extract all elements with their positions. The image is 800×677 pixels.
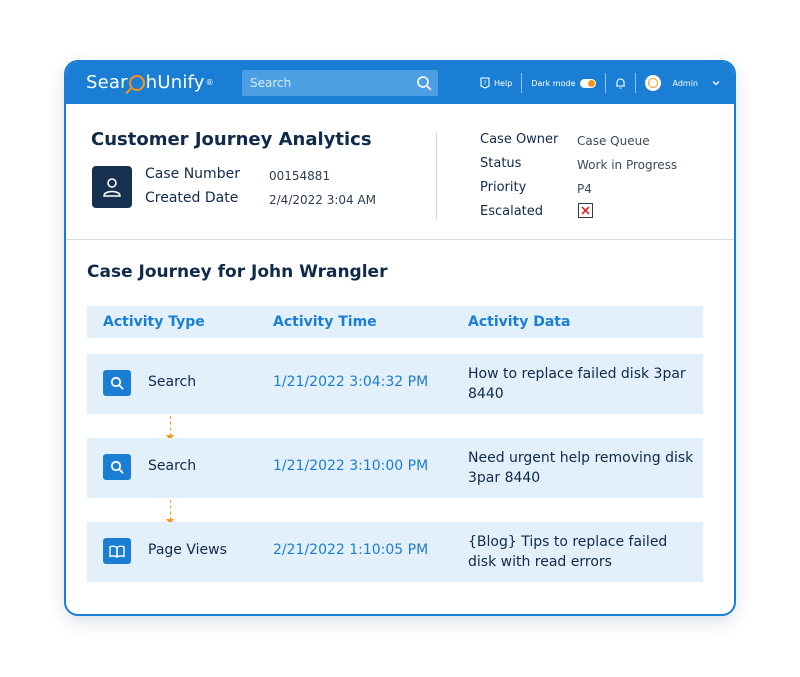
- activity-type-badge: [103, 538, 131, 564]
- search-icon: [110, 376, 124, 390]
- app-window: Sear hUnify ® ? Help Dark mode: [64, 60, 736, 616]
- activity-time: 1/21/2022 3:10:00 PM: [273, 458, 429, 474]
- table-row[interactable]: Search 1/21/2022 3:04:32 PM How to repla…: [87, 354, 703, 414]
- created-date-label: Created Date: [145, 190, 239, 206]
- logo[interactable]: Sear hUnify ®: [86, 72, 214, 93]
- logo-text-end: hUnify: [145, 72, 205, 93]
- svg-text:?: ?: [483, 80, 486, 87]
- table-row[interactable]: Page Views 2/21/2022 1:10:05 PM {Blog} T…: [87, 522, 703, 582]
- activity-type: Search: [148, 458, 197, 474]
- case-owner-label: Case Owner: [480, 132, 559, 147]
- activity-type-badge: [103, 370, 131, 396]
- priority-value: P4: [577, 182, 592, 196]
- case-number-value: 00154881: [269, 169, 331, 183]
- journey-connector: [166, 500, 174, 524]
- column-header-activity-type: Activity Type: [103, 314, 205, 330]
- search-icon[interactable]: [416, 75, 432, 91]
- activity-data: How to replace failed disk 3par 8440: [468, 366, 686, 402]
- help-label: Help: [494, 78, 513, 88]
- search-input[interactable]: [250, 76, 410, 90]
- page-title: Customer Journey Analytics: [91, 129, 372, 150]
- header-divider: [436, 132, 437, 220]
- column-header-activity-time: Activity Time: [273, 314, 377, 330]
- nav-divider: [521, 73, 523, 93]
- help-icon: ?: [480, 77, 490, 89]
- created-date-value: 2/4/2022 3:04 AM: [269, 193, 377, 207]
- activity-type: Search: [148, 374, 197, 390]
- user-name: Admin: [672, 78, 699, 88]
- activity-type: Page Views: [148, 542, 227, 558]
- notifications-button[interactable]: [615, 77, 626, 89]
- journey-title: Case Journey for John Wrangler: [87, 262, 388, 282]
- activity-data: {Blog} Tips to replace failed disk with …: [468, 534, 668, 570]
- book-icon: [109, 545, 125, 558]
- logo-text-start: Sear: [86, 72, 128, 93]
- person-icon: [103, 178, 121, 197]
- escalated-label: Escalated: [480, 204, 544, 219]
- dark-mode-label: Dark mode: [531, 78, 576, 88]
- avatar: [644, 75, 661, 91]
- activity-type-badge: [103, 454, 131, 480]
- dark-mode-toggle[interactable]: Dark mode: [531, 78, 596, 88]
- top-bar: Sear hUnify ® ? Help Dark mode: [66, 62, 734, 104]
- table-header: Activity Type Activity Time Activity Dat…: [87, 306, 703, 338]
- activity-data: Need urgent help removing disk 3par 8440: [468, 450, 694, 486]
- nav-divider: [634, 73, 636, 93]
- close-icon: [581, 206, 590, 215]
- table-row[interactable]: Search 1/21/2022 3:10:00 PM Need urgent …: [87, 438, 703, 498]
- nav-divider: [604, 73, 606, 93]
- case-avatar: [92, 166, 132, 208]
- help-button[interactable]: ? Help: [480, 77, 512, 89]
- case-header: Customer Journey Analytics Case Number 0…: [66, 104, 734, 240]
- case-number-label: Case Number: [145, 166, 240, 182]
- toggle-switch-icon: [579, 78, 596, 88]
- top-nav: ? Help Dark mode Admin: [480, 62, 720, 104]
- status-label: Status: [480, 156, 522, 171]
- activity-time: 2/21/2022 1:10:05 PM: [273, 542, 429, 558]
- trademark-symbol: ®: [205, 78, 214, 87]
- chevron-down-icon: [712, 81, 720, 86]
- escalated-checkbox: [578, 203, 593, 218]
- priority-label: Priority: [480, 180, 527, 195]
- status-value: Work in Progress: [577, 158, 678, 172]
- user-menu[interactable]: Admin: [644, 75, 721, 91]
- user-icon: [647, 78, 658, 88]
- activity-time: 1/21/2022 3:04:32 PM: [273, 374, 429, 390]
- global-search: [242, 70, 438, 96]
- case-owner-value: Case Queue: [577, 134, 650, 148]
- search-icon: [110, 460, 124, 474]
- journey-connector: [166, 416, 174, 440]
- column-header-activity-data: Activity Data: [468, 314, 571, 330]
- magnifier-logo-icon: [128, 74, 145, 91]
- bell-icon: [615, 78, 625, 89]
